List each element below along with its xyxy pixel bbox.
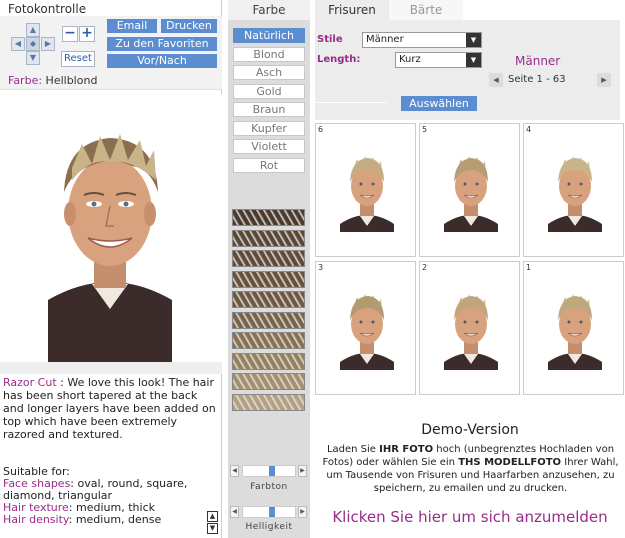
next-page-icon[interactable]: ▶ <box>597 73 611 87</box>
hue-slider-thumb[interactable] <box>269 466 276 476</box>
description-separator <box>0 362 222 374</box>
brightness-right-icon[interactable]: ▶ <box>298 506 307 518</box>
demo-text-part: Laden Sie <box>326 444 380 455</box>
current-color-label: Farbe: <box>8 74 43 87</box>
brightness-slider-thumb[interactable] <box>269 507 276 517</box>
tab-hairstyles[interactable]: Frisuren <box>315 0 389 20</box>
current-color-value: Hellblond <box>45 74 98 87</box>
color-option[interactable]: Blond <box>233 46 305 62</box>
style-filter-value: Männer <box>366 34 404 45</box>
color-option[interactable]: Gold <box>233 83 305 99</box>
email-button[interactable]: Email <box>107 19 157 33</box>
print-button[interactable]: Drucken <box>161 19 217 33</box>
model-face-icon <box>548 294 602 370</box>
hairstyle-thumbnail[interactable]: 6 <box>315 123 416 257</box>
length-filter-select[interactable]: Kurz ▼ <box>395 52 482 68</box>
hairstyle-thumbnail[interactable]: 4 <box>523 123 624 257</box>
color-swatch[interactable] <box>232 270 305 288</box>
style-filter-select[interactable]: Männer ▼ <box>362 32 482 48</box>
prev-page-icon[interactable]: ◀ <box>489 73 503 87</box>
page-info: Seite 1 - 63 <box>508 74 566 85</box>
hue-slider-track[interactable] <box>242 465 296 477</box>
hairstyle-thumbnail[interactable]: 2 <box>419 261 520 395</box>
move-right-icon[interactable]: ▶ <box>41 37 55 51</box>
style-filter-label: Stile <box>317 34 343 45</box>
color-swatch[interactable] <box>232 291 305 308</box>
style-name: Razor Cut <box>3 376 57 389</box>
color-swatch[interactable] <box>232 332 305 349</box>
suitability-info: Suitable for: Face shapes: oval, round, … <box>3 466 203 526</box>
color-option[interactable]: Kupfer <box>233 120 305 136</box>
thumbnail-number: 4 <box>526 125 532 134</box>
color-option[interactable]: Natürlich <box>233 28 305 43</box>
color-option[interactable]: Rot <box>233 157 305 173</box>
hue-left-icon[interactable]: ◀ <box>230 465 239 477</box>
color-panel <box>228 0 310 538</box>
color-option[interactable]: Braun <box>233 102 305 117</box>
reset-button[interactable]: Reset <box>61 51 95 67</box>
demo-title: Demo-Version <box>421 422 519 438</box>
demo-text: Laden Sie IHR FOTO hoch (unbegrenztes Ho… <box>318 443 623 495</box>
model-face-icon <box>340 294 394 370</box>
model-face-icon <box>548 156 602 232</box>
zoom-in-button[interactable]: + <box>79 26 95 42</box>
model-face-icon <box>444 294 498 370</box>
model-face-icon <box>444 156 498 232</box>
tab-bar: Frisuren Bärte <box>315 0 625 20</box>
signup-link[interactable]: Klicken Sie hier um sich anzumelden <box>315 508 625 526</box>
color-swatch[interactable] <box>232 373 305 390</box>
length-dropdown-icon[interactable]: ▼ <box>466 53 481 67</box>
hue-slider-label: Farbton <box>250 482 288 492</box>
thumbnail-number: 3 <box>318 263 324 272</box>
favorites-button[interactable]: Zu den Favoriten <box>107 37 217 51</box>
move-left-icon[interactable]: ◀ <box>11 37 25 51</box>
brightness-slider[interactable]: ◀ ▶ <box>230 505 308 519</box>
zoom-out-button[interactable]: − <box>62 26 78 42</box>
form-divider <box>315 102 387 103</box>
color-swatch[interactable] <box>232 229 305 247</box>
color-swatch[interactable] <box>232 352 305 370</box>
color-swatch[interactable] <box>232 311 305 329</box>
color-panel-header: Farbe <box>228 0 310 20</box>
move-up-icon[interactable]: ▲ <box>26 23 40 37</box>
brightness-slider-track[interactable] <box>242 506 296 518</box>
scroll-up-icon[interactable]: ▲ <box>207 511 218 522</box>
hue-right-icon[interactable]: ▶ <box>298 465 307 477</box>
color-option[interactable]: Violett <box>233 139 305 154</box>
hairstyle-thumbnail[interactable]: 5 <box>419 123 520 257</box>
hairstyle-thumbnail[interactable]: 3 <box>315 261 416 395</box>
color-swatch[interactable] <box>232 393 305 411</box>
brightness-slider-label: Helligkeit <box>245 522 293 532</box>
current-color-row: Farbe: Hellblond <box>8 74 97 87</box>
color-swatch[interactable] <box>232 250 305 267</box>
length-filter-label: Length: <box>317 54 361 65</box>
thumbnail-number: 6 <box>318 125 324 134</box>
demo-text-bold: THS MODELLFOTO <box>458 457 562 468</box>
thumbnail-number: 2 <box>422 263 428 272</box>
hue-slider[interactable]: ◀ ▶ <box>230 464 308 478</box>
hair-density-value: : medium, dense <box>68 513 162 526</box>
style-description: Razor Cut : We love this look! The hair … <box>3 376 217 441</box>
style-dropdown-icon[interactable]: ▼ <box>466 33 481 47</box>
move-down-icon[interactable]: ▼ <box>26 51 40 65</box>
model-face-icon <box>0 94 222 362</box>
thumbnail-number: 1 <box>526 263 532 272</box>
prev-next-button[interactable]: Vor/Nach <box>107 54 217 68</box>
color-option[interactable]: Asch <box>233 65 305 80</box>
move-center-icon[interactable]: ◆ <box>26 37 40 51</box>
hair-density-label: Hair density <box>3 513 69 526</box>
scroll-down-icon[interactable]: ▼ <box>207 523 218 534</box>
gender-label: Männer <box>515 54 561 68</box>
select-button[interactable]: Auswählen <box>401 96 477 111</box>
model-face-icon <box>340 156 394 232</box>
color-swatch[interactable] <box>232 209 305 226</box>
thumbnail-number: 5 <box>422 125 428 134</box>
demo-text-bold: IHR FOTO <box>379 444 434 455</box>
brightness-left-icon[interactable]: ◀ <box>230 506 239 518</box>
photo-control-title: Fotokontrolle <box>8 2 87 16</box>
length-filter-value: Kurz <box>399 54 421 65</box>
hairstyle-thumbnail[interactable]: 1 <box>523 261 624 395</box>
tab-beards[interactable]: Bärte <box>389 0 463 20</box>
model-photo <box>0 94 222 362</box>
